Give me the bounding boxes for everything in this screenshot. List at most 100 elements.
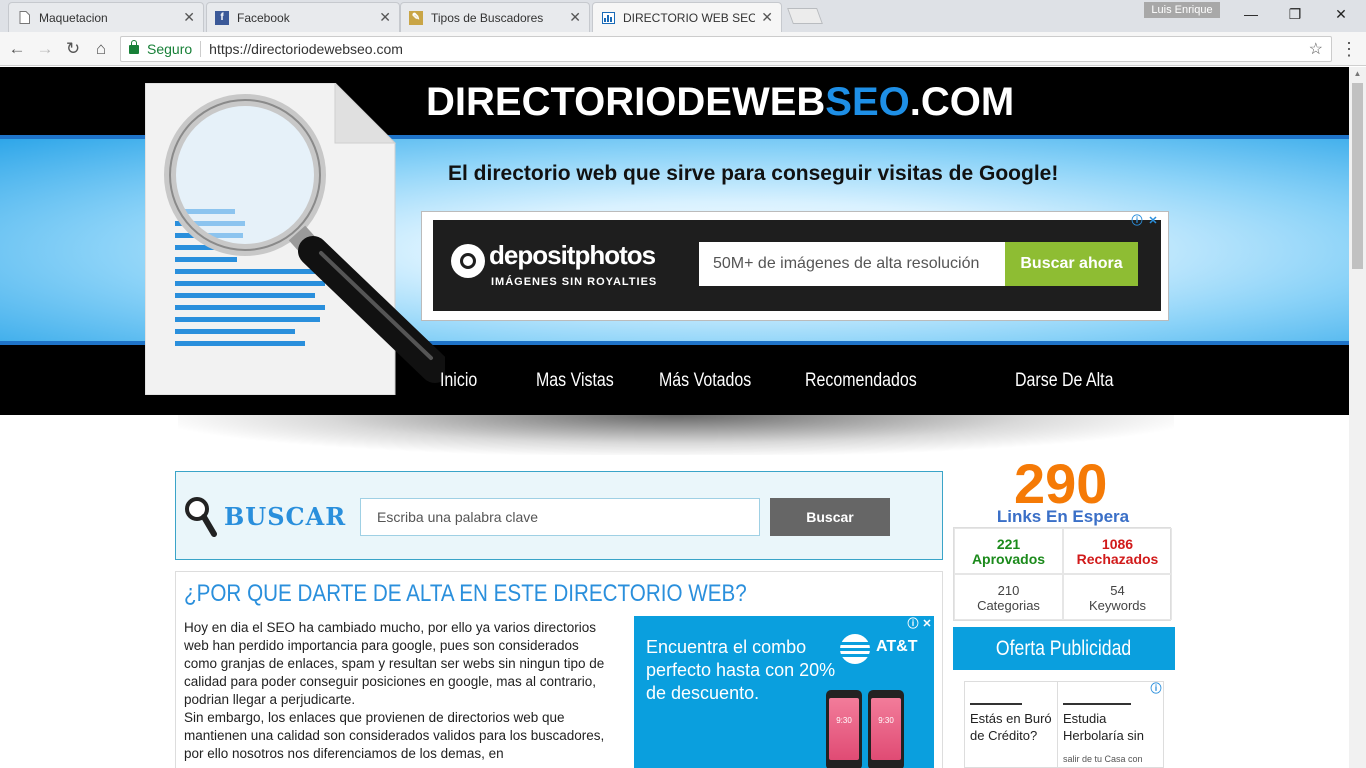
ad-close-icon[interactable]: ✕ — [920, 617, 934, 631]
offer-advertising-button[interactable]: Oferta Publicidad — [953, 627, 1175, 670]
tab-label: DIRECTORIO WEB SEO - — [623, 10, 756, 25]
logo-document-magnifier-icon[interactable] — [144, 81, 450, 396]
vertical-scrollbar[interactable]: ▲ — [1349, 67, 1366, 768]
article-body: Hoy en dia el SEO ha cambiado mucho, por… — [184, 619, 608, 763]
phone-image: 9:30 — [868, 690, 904, 768]
url-text[interactable]: https://directoriodewebseo.com — [209, 41, 403, 57]
keywords-label: Keywords — [1088, 598, 1147, 613]
ad-brand-sub: IMÁGENES SIN ROYALTIES — [491, 276, 658, 288]
search-input[interactable]: Escriba una palabra clave — [360, 498, 760, 536]
site-title-suffix: .COM — [909, 80, 1015, 124]
scroll-thumb[interactable] — [1352, 83, 1363, 269]
nav-recomendados[interactable]: Recomendados — [805, 370, 917, 392]
minimize-icon[interactable]: — — [1236, 4, 1266, 24]
phone-time: 9:30 — [836, 716, 852, 725]
phone-image: 9:30 — [826, 690, 862, 768]
new-tab-button[interactable] — [787, 8, 823, 24]
ad-info-icon[interactable]: ⓘ — [1149, 682, 1163, 696]
close-icon[interactable]: ✕ — [569, 9, 581, 26]
menu-dots-icon[interactable]: ⋮ — [1340, 38, 1358, 60]
ad-info-icon[interactable]: ⓘ — [906, 617, 920, 631]
tab-facebook[interactable]: f Facebook ✕ — [206, 2, 400, 32]
bookmark-page-icon: ✎ — [409, 10, 423, 25]
tab-label: Maquetacion — [39, 10, 108, 25]
divider — [200, 41, 202, 57]
approved-count: 221 — [996, 536, 1021, 552]
att-advertisement[interactable]: Encuentra el combo perfecto hasta con 20… — [634, 616, 934, 768]
forward-arrow-icon[interactable]: → — [34, 38, 56, 60]
stat-keywords: 54 Keywords — [1063, 574, 1172, 620]
depositphotos-ad[interactable]: depositphotos IMÁGENES SIN ROYALTIES 50M… — [433, 220, 1161, 311]
side-ad-title: Estudia Herbolaría sin — [1063, 711, 1144, 743]
site-tagline: El directorio web que sirve para consegu… — [448, 162, 1059, 185]
att-ad-text: Encuentra el combo perfecto hasta con 20… — [646, 637, 836, 703]
categories-count: 210 — [997, 583, 1020, 598]
article-paragraph: Hoy en dia el SEO ha cambiado mucho, por… — [184, 620, 605, 707]
nav-mas-vistas[interactable]: Mas Vistas — [536, 370, 614, 392]
stat-categories: 210 Categorias — [954, 574, 1063, 620]
lock-icon — [129, 39, 139, 54]
close-icon[interactable]: ✕ — [183, 9, 195, 26]
search-panel: BUSCAR Escriba una palabra clave Buscar — [175, 471, 943, 560]
close-window-icon[interactable]: ✕ — [1326, 4, 1356, 24]
browser-toolbar: ← → ↻ ⌂ Seguro https://directoriodewebse… — [0, 32, 1366, 66]
article-paragraph: Sin embargo, los enlaces que provienen d… — [184, 710, 605, 761]
search-button[interactable]: Buscar — [770, 498, 890, 536]
att-brand: AT&T — [876, 638, 918, 655]
search-title: BUSCAR — [224, 502, 347, 531]
ad-info-icon[interactable]: ⓘ — [1130, 214, 1144, 228]
side-ad-right[interactable]: Estudia Herbolaría sin salir de tu Casa … — [1057, 682, 1149, 767]
security-label: Seguro — [147, 41, 193, 57]
ad-close-icon[interactable]: ✕ — [1146, 214, 1160, 228]
close-icon[interactable]: ✕ — [379, 9, 391, 26]
header-shadow — [178, 415, 1174, 455]
tab-maquetacion[interactable]: Maquetacion ✕ — [8, 2, 204, 32]
article-title: ¿POR QUE DARTE DE ALTA EN ESTE DIRECTORI… — [184, 580, 747, 607]
stat-approved: 221 Aprovados — [954, 528, 1063, 574]
phone-time: 9:30 — [878, 716, 894, 725]
nav-darse-de-alta[interactable]: Darse De Alta — [1015, 370, 1113, 392]
rejected-count: 1086 — [1101, 536, 1134, 552]
home-icon[interactable]: ⌂ — [90, 38, 112, 60]
approved-label: Aprovados — [971, 551, 1046, 567]
camera-logo-icon — [451, 244, 485, 278]
ad-search-button[interactable]: Buscar ahora — [1005, 242, 1138, 286]
facebook-icon: f — [215, 10, 229, 25]
nav-mas-votados[interactable]: Más Votados — [659, 370, 751, 392]
restore-icon[interactable]: ❐ — [1280, 4, 1310, 24]
browser-tab-strip: Maquetacion ✕ f Facebook ✕ ✎ Tipos de Bu… — [0, 0, 1366, 32]
page-icon — [17, 11, 31, 25]
tab-tipos-de-buscadores[interactable]: ✎ Tipos de Buscadores ✕ — [400, 2, 590, 32]
site-title-main: DIRECTORIODEWEB — [426, 80, 826, 124]
offer-label: Oferta Publicidad — [996, 637, 1132, 660]
nav-inicio[interactable]: Inicio — [440, 370, 477, 392]
scroll-up-icon[interactable]: ▲ — [1349, 67, 1366, 81]
att-globe-icon — [840, 634, 870, 664]
top-advertisement[interactable]: depositphotos IMÁGENES SIN ROYALTIES 50M… — [421, 211, 1169, 321]
keywords-count: 54 — [1110, 583, 1125, 598]
tab-label: Facebook — [237, 10, 290, 25]
profile-name[interactable]: Luis Enrique — [1144, 2, 1220, 18]
back-arrow-icon[interactable]: ← — [6, 38, 28, 60]
side-ad-left[interactable]: Estás en Buró de Crédito? — [965, 682, 1057, 767]
reload-icon[interactable]: ↻ — [62, 38, 84, 60]
ad-search-field[interactable]: 50M+ de imágenes de alta resolución — [699, 242, 1005, 286]
address-bar[interactable]: Seguro https://directoriodewebseo.com ☆ — [120, 36, 1332, 62]
close-icon[interactable]: ✕ — [761, 9, 773, 26]
stats-grid: 221 Aprovados 1086 Rechazados 210 Catego… — [953, 527, 1172, 621]
side-ad-small: salir de tu Casa con — [1063, 754, 1143, 764]
site-title[interactable]: DIRECTORIODEWEBSEO.COM — [426, 80, 1014, 125]
rejected-label: Rechazados — [1076, 551, 1159, 567]
links-waiting-label: Links En Espera — [996, 507, 1130, 526]
magnifier-icon — [184, 496, 218, 538]
site-title-accent: SEO — [825, 80, 910, 124]
web-page: DIRECTORIODEWEBSEO.COM El directorio web — [0, 67, 1349, 768]
categories-label: Categorias — [977, 598, 1040, 613]
side-ad-title: Estás en Buró de Crédito? — [970, 711, 1052, 743]
chart-icon — [601, 11, 615, 25]
sidebar-advertisement[interactable]: Estás en Buró de Crédito? Estudia Herbol… — [964, 681, 1164, 768]
stat-rejected: 1086 Rechazados — [1063, 528, 1172, 574]
bookmark-star-icon[interactable]: ☆ — [1309, 39, 1323, 59]
tab-label: Tipos de Buscadores — [431, 10, 544, 25]
tab-directorio-web-seo[interactable]: DIRECTORIO WEB SEO - ✕ — [592, 2, 782, 32]
